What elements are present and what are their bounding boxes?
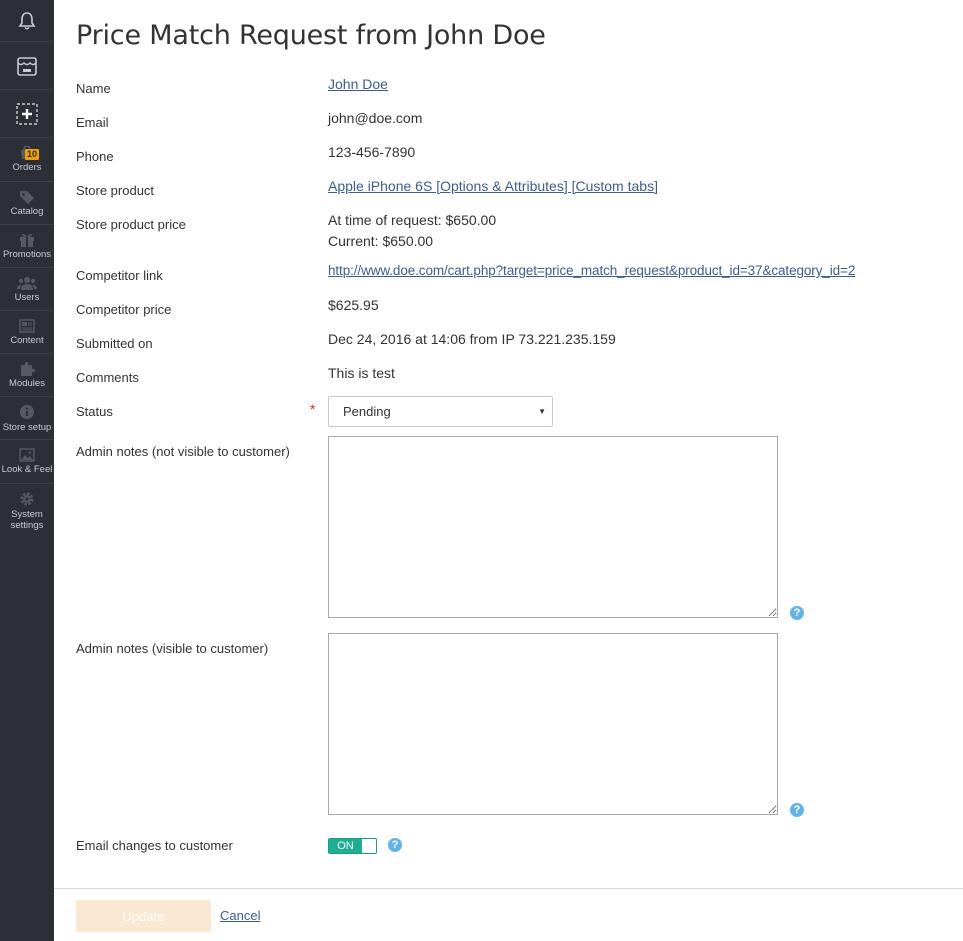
sidebar-item-content[interactable]: Content [0, 311, 54, 354]
footer-divider [54, 888, 963, 889]
comments-value: This is test [328, 365, 395, 381]
competitor-price-label: Competitor price [76, 302, 172, 317]
caret-down-icon: ▼ [538, 407, 546, 416]
help-icon[interactable]: ? [388, 838, 402, 852]
price-current: Current: $650.00 [328, 233, 434, 249]
sidebar-item-notifications[interactable] [0, 0, 54, 42]
price-at-request: At time of request: $650.00 [328, 212, 497, 228]
status-label: Status [76, 404, 113, 419]
content-icon [19, 318, 35, 333]
sidebar-item-catalog[interactable]: Catalog [0, 182, 54, 225]
sidebar-item-look-feel[interactable]: Look & Feel [0, 440, 54, 484]
sidebar-item-store[interactable] [0, 42, 54, 90]
email-changes-label: Email changes to customer [76, 838, 233, 853]
image-icon [19, 448, 35, 462]
store-icon [17, 56, 37, 76]
submitted-on-value: Dec 24, 2016 at 14:06 from IP 73.221.235… [328, 331, 616, 347]
orders-badge: 10 [25, 149, 40, 160]
sidebar-item-label: Store setup [2, 421, 52, 433]
sidebar-item-add[interactable] [0, 90, 54, 138]
admin-notes-public-textarea[interactable] [328, 633, 778, 815]
sidebar-item-system-settings[interactable]: System settings [0, 484, 54, 538]
sidebar-item-label: Catalog [10, 205, 44, 217]
toggle-on-label: ON [329, 839, 362, 853]
email-changes-toggle[interactable]: ON [328, 838, 377, 854]
sidebar-item-label: Orders [12, 162, 42, 173]
store-product-link[interactable]: Apple iPhone 6S [Options & Attributes] [… [328, 178, 658, 194]
sidebar-item-modules[interactable]: Modules [0, 354, 54, 397]
info-icon [20, 404, 34, 419]
sidebar-item-label: Users [14, 291, 40, 303]
competitor-price-value: $625.95 [328, 297, 379, 313]
competitor-link[interactable]: http://www.doe.com/cart.php?target=price… [328, 263, 855, 278]
sidebar-item-label: Content [10, 334, 44, 346]
status-selected-value: Pending [343, 404, 391, 419]
sidebar-item-store-setup[interactable]: Store setup [0, 397, 54, 440]
name-label: Name [76, 81, 111, 96]
main-content: Price Match Request from John Doe Name J… [54, 0, 963, 941]
update-button[interactable]: Update [76, 900, 211, 932]
sidebar-item-label: System settings [10, 509, 44, 531]
help-icon[interactable]: ? [790, 606, 804, 620]
sidebar-item-users[interactable]: Users [0, 268, 54, 311]
page-title: Price Match Request from John Doe [76, 20, 546, 51]
gift-icon [20, 233, 34, 247]
sidebar-item-promotions[interactable]: Promotions [0, 225, 54, 268]
puzzle-icon [21, 362, 35, 376]
email-label: Email [76, 115, 109, 130]
users-icon [17, 276, 37, 290]
admin-notes-private-label: Admin notes (not visible to customer) [76, 444, 290, 459]
add-icon [16, 102, 38, 125]
admin-notes-public-label: Admin notes (visible to customer) [76, 641, 269, 656]
comments-label: Comments [76, 370, 139, 385]
submitted-on-label: Submitted on [76, 336, 153, 351]
store-product-price-label: Store product price [76, 217, 186, 232]
status-select[interactable]: Pending ▼ [328, 396, 553, 427]
sidebar: 10 Orders Catalog Promotions Users Conte… [0, 0, 54, 941]
tag-icon [20, 190, 34, 204]
admin-notes-private-textarea[interactable] [328, 436, 778, 618]
phone-value: 123-456-7890 [328, 144, 416, 160]
competitor-link-label: Competitor link [76, 268, 163, 283]
phone-label: Phone [76, 149, 114, 164]
sidebar-item-label: Promotions [2, 249, 52, 260]
email-value: john@doe.com [328, 110, 423, 126]
customer-name-link[interactable]: John Doe [328, 76, 388, 92]
required-marker: * [310, 401, 316, 417]
gear-icon [20, 492, 34, 506]
sidebar-item-label: Look & Feel [1, 464, 53, 475]
help-icon[interactable]: ? [790, 803, 804, 817]
sidebar-item-label: Modules [9, 378, 45, 389]
sidebar-item-orders[interactable]: 10 Orders [0, 138, 54, 182]
bell-icon [18, 11, 36, 30]
store-product-label: Store product [76, 183, 155, 198]
cancel-link[interactable]: Cancel [220, 908, 260, 923]
